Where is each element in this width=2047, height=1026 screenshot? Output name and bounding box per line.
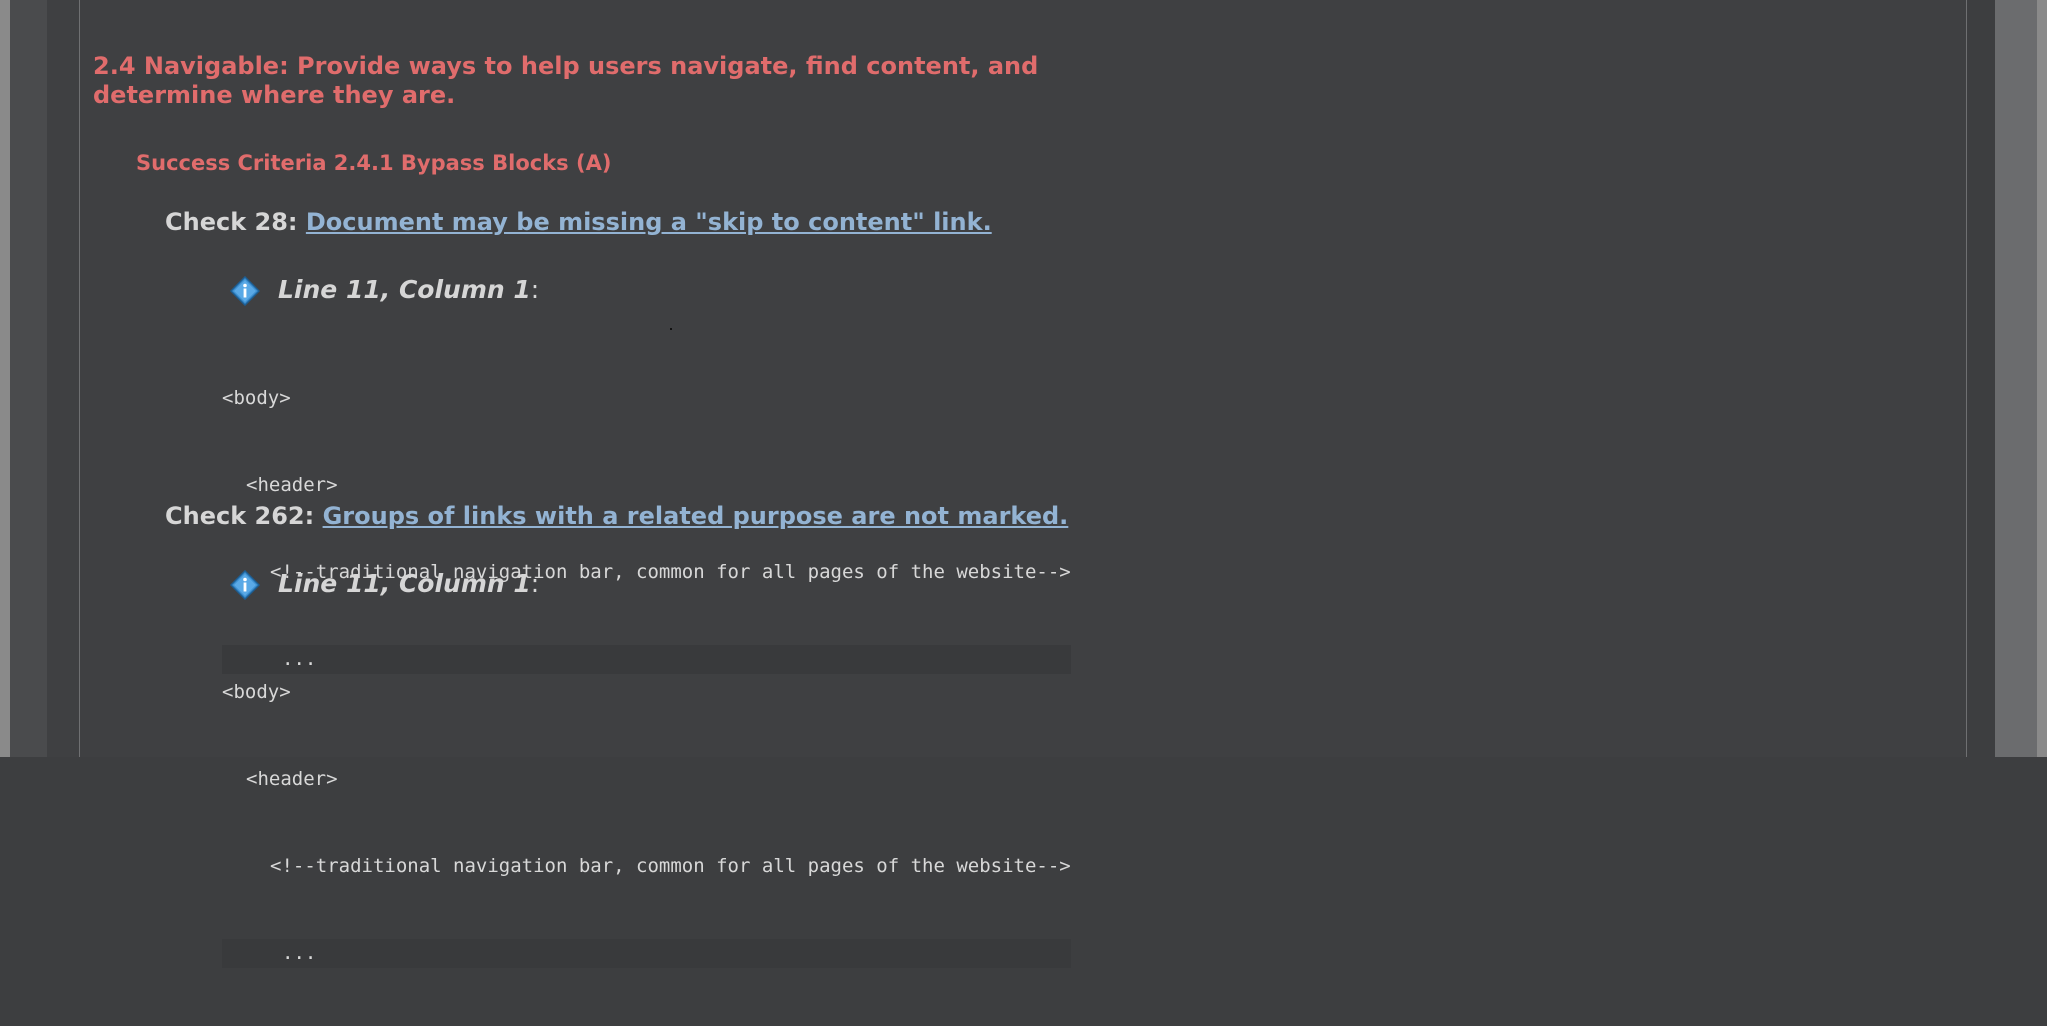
check-label: Check 262: bbox=[165, 502, 315, 530]
location-colon: : bbox=[530, 569, 540, 598]
info-diamond-icon bbox=[230, 276, 260, 306]
info-diamond-icon bbox=[230, 570, 260, 600]
code-line: <header> bbox=[246, 474, 338, 496]
check-item: Check 262: Groups of links with a relate… bbox=[165, 501, 1068, 531]
report-content: 2.4 Navigable: Provide ways to help user… bbox=[0, 0, 2047, 968]
code-line: <body> bbox=[222, 387, 291, 409]
report-window: 2.4 Navigable: Provide ways to help user… bbox=[0, 0, 2047, 968]
artifact-dot bbox=[670, 328, 672, 330]
location-colon: : bbox=[530, 275, 540, 304]
check-item: Check 28: Document may be missing a "ski… bbox=[165, 207, 992, 237]
location-label: Line 11, Column 1 bbox=[278, 569, 531, 598]
location-label: Line 11, Column 1 bbox=[278, 275, 531, 304]
code-snippet: <body> <header> <!--traditional navigati… bbox=[222, 620, 1071, 1026]
check-label: Check 28: bbox=[165, 208, 298, 236]
guideline-heading: 2.4 Navigable: Provide ways to help user… bbox=[93, 52, 1039, 109]
code-line: <!--traditional navigation bar, common f… bbox=[270, 855, 1071, 877]
location-text: Line 11, Column 1: bbox=[278, 568, 539, 600]
code-line: ... bbox=[222, 939, 1071, 968]
code-line: <body> bbox=[222, 681, 291, 703]
success-criterion-heading: Success Criteria 2.4.1 Bypass Blocks (A) bbox=[136, 151, 612, 175]
check-link[interactable]: Groups of links with a related purpose a… bbox=[323, 502, 1069, 530]
check-link[interactable]: Document may be missing a "skip to conte… bbox=[306, 208, 992, 236]
code-line: <header> bbox=[246, 768, 338, 790]
location-text: Line 11, Column 1: bbox=[278, 274, 539, 306]
